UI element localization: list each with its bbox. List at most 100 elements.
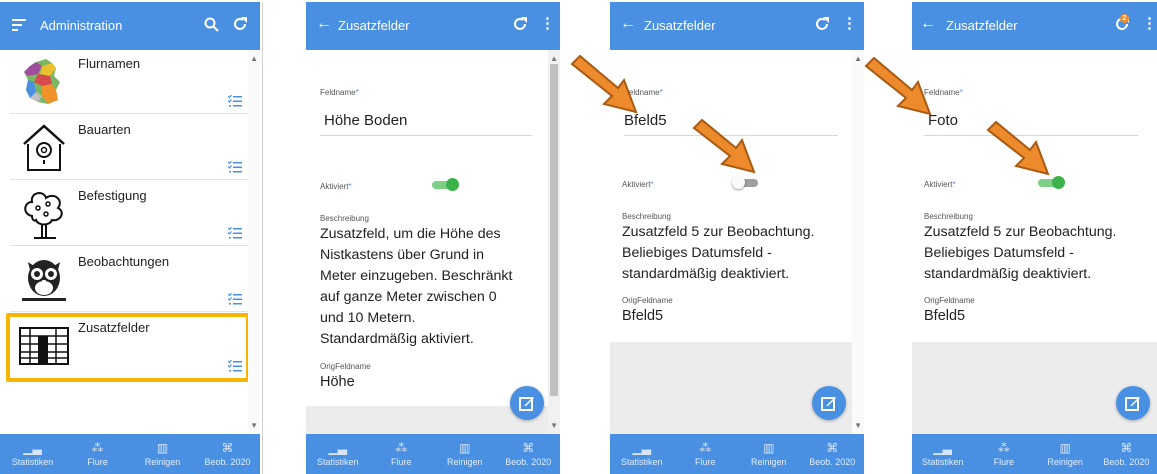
- aktiviert-toggle[interactable]: [732, 176, 760, 190]
- edit-icon: [821, 397, 836, 411]
- origfeldname-label: OrigFeldname: [320, 362, 371, 371]
- binoculars-icon: ⌘: [221, 440, 234, 455]
- birdhouse-icon: [23, 124, 65, 171]
- aktiviert-toggle[interactable]: [432, 178, 460, 192]
- nav-flure[interactable]: ⁂ Flure: [65, 434, 130, 474]
- nav-beob[interactable]: ⌘ Beob. 2020: [497, 434, 561, 474]
- nav-reinigen[interactable]: ▥ Reinigen: [130, 434, 195, 474]
- refresh-icon[interactable]: [814, 16, 830, 32]
- scrollbar-thumb[interactable]: [550, 64, 558, 396]
- owl-icon: [22, 260, 66, 301]
- list-item-label: Bauarten: [78, 122, 131, 137]
- nav-reinigen[interactable]: ▥ Reinigen: [1035, 434, 1096, 474]
- edit-fab[interactable]: [812, 386, 846, 420]
- germany-map-icon: [24, 59, 60, 104]
- panel-zusatzfelder-hoehe: ← Zusatzfelder ⋮ Feldname* Höhe Boden Ak…: [306, 2, 560, 474]
- aktiviert-label: Aktiviert*: [320, 182, 352, 191]
- panel-divider: [262, 2, 263, 474]
- nav-beob[interactable]: ⌘ Beob. 2020: [801, 434, 865, 474]
- nav-statistiken[interactable]: ▁▃ Statistiken: [912, 434, 973, 474]
- list-item-beobachtungen[interactable]: Beobachtungen: [10, 248, 248, 312]
- nav-flure[interactable]: ⁂ Flure: [370, 434, 434, 474]
- nav-beob[interactable]: ⌘ Beob. 2020: [1096, 434, 1157, 474]
- bar-chart-icon: ▁▃: [632, 440, 651, 455]
- more-vert-icon[interactable]: ⋮: [842, 16, 857, 31]
- bottom-nav: ▁▃ Statistiken ⁂ Flure ▥ Reinigen ⌘ Beob. 20…: [610, 434, 864, 474]
- nav-statistiken[interactable]: ▁▃ Statistiken: [610, 434, 674, 474]
- scroll-down-icon[interactable]: ▼: [854, 421, 862, 430]
- app-title: Zusatzfelder: [946, 18, 1018, 33]
- checklist-icon[interactable]: [228, 293, 242, 305]
- nav-flure[interactable]: ⁂ Flure: [674, 434, 738, 474]
- nav-reinigen[interactable]: ▥ Reinigen: [433, 434, 497, 474]
- list-item-flurnamen[interactable]: Flurnamen: [10, 50, 248, 114]
- scroll-up-icon[interactable]: ▲: [550, 54, 558, 63]
- scroll-up-icon[interactable]: ▲: [250, 54, 258, 63]
- list-item-label: Flurnamen: [78, 56, 141, 71]
- nav-reinigen[interactable]: ▥ Reinigen: [737, 434, 801, 474]
- panel-administration: Administration Flurnamen Bauarten Befest…: [0, 2, 260, 474]
- bottom-nav: ▁▃ Statistiken ⁂ Flure ▥ Reinigen ⌘ Beob. 20…: [306, 434, 560, 474]
- origfeldname-value: Höhe: [320, 374, 355, 390]
- scrollbar[interactable]: [248, 50, 260, 434]
- scroll-down-icon[interactable]: ▼: [550, 421, 558, 430]
- origfeldname-label: OrigFeldname: [924, 296, 975, 305]
- nav-beob[interactable]: ⌘ Beob. 2020: [195, 434, 260, 474]
- app-bar: ← Zusatzfelder ⋮: [306, 2, 560, 50]
- annotation-arrow: [986, 120, 1050, 176]
- checklist-icon[interactable]: [228, 161, 242, 173]
- more-vert-icon[interactable]: ⋮: [1142, 16, 1157, 31]
- binoculars-icon: ⌘: [826, 440, 839, 455]
- annotation-arrow: [864, 56, 932, 116]
- beschreibung-text[interactable]: Zusatzfeld, um die Höhe des Nistkastens …: [320, 224, 512, 350]
- beschreibung-text[interactable]: Zusatzfeld 5 zur Beobachtung. Beliebiges…: [924, 222, 1116, 285]
- bar-chart-icon: ▁▃: [23, 440, 42, 455]
- field-form: Feldname* Höhe Boden Aktiviert* Beschrei…: [306, 50, 560, 434]
- beschreibung-label: Beschreibung: [622, 212, 671, 221]
- edit-fab[interactable]: [1116, 386, 1150, 420]
- nav-statistiken[interactable]: ▁▃ Statistiken: [0, 434, 65, 474]
- beschreibung-text[interactable]: Zusatzfeld 5 zur Beobachtung. Beliebiges…: [622, 222, 814, 285]
- list-item-bauarten[interactable]: Bauarten: [10, 116, 248, 180]
- refresh-badge: 2: [1120, 14, 1129, 23]
- edit-icon: [1125, 397, 1140, 411]
- app-title: Zusatzfelder: [338, 18, 410, 33]
- checklist-icon[interactable]: [228, 95, 242, 107]
- menu-icon[interactable]: [12, 19, 26, 31]
- search-icon[interactable]: [204, 17, 219, 32]
- bar-chart-icon: ▁▃: [328, 440, 347, 455]
- beschreibung-label: Beschreibung: [924, 212, 973, 221]
- list-item-label: Beobachtungen: [78, 254, 170, 269]
- refresh-icon[interactable]: [512, 16, 528, 32]
- panel-zusatzfelder-bfeld5: ← Zusatzfelder ⋮ Feldname* Bfeld5 Aktivi…: [610, 2, 864, 474]
- feldname-input[interactable]: Höhe Boden: [324, 112, 407, 129]
- list-item-befestigung[interactable]: Befestigung: [10, 182, 248, 246]
- beschreibung-label: Beschreibung: [320, 214, 369, 223]
- scroll-up-icon[interactable]: ▲: [854, 54, 862, 63]
- dots-icon: ⁂: [699, 440, 712, 455]
- map-icon: ▥: [156, 440, 169, 455]
- refresh-icon[interactable]: [232, 16, 248, 32]
- bottom-nav: ▁▃ Statistiken ⁂ Flure ▥ Reinigen ⌘ Beob. 20…: [0, 434, 260, 474]
- field-form: Feldname* Foto Aktiviert* Beschreibung Z…: [912, 50, 1157, 434]
- more-vert-icon[interactable]: ⋮: [540, 16, 555, 31]
- tree-icon: [24, 192, 63, 239]
- field-form: Feldname* Bfeld5 Aktiviert* Beschreibung…: [610, 50, 864, 434]
- dots-icon: ⁂: [997, 440, 1010, 455]
- highlight-box: [6, 313, 250, 382]
- back-arrow-icon[interactable]: ←: [620, 16, 636, 32]
- back-arrow-icon[interactable]: ←: [316, 16, 332, 32]
- scroll-down-icon[interactable]: ▼: [250, 421, 258, 430]
- feldname-underline: [320, 135, 532, 136]
- map-icon: ▥: [763, 440, 775, 455]
- feldname-label: Feldname*: [320, 88, 359, 97]
- back-arrow-icon[interactable]: ←: [920, 16, 936, 32]
- list-item-label: Befestigung: [78, 188, 147, 203]
- edit-icon: [519, 397, 534, 411]
- nav-flure[interactable]: ⁂ Flure: [973, 434, 1034, 474]
- dots-icon: ⁂: [395, 440, 408, 455]
- app-bar: Administration: [0, 2, 260, 50]
- nav-statistiken[interactable]: ▁▃ Statistiken: [306, 434, 370, 474]
- checklist-icon[interactable]: [228, 227, 242, 239]
- edit-fab[interactable]: [510, 386, 544, 420]
